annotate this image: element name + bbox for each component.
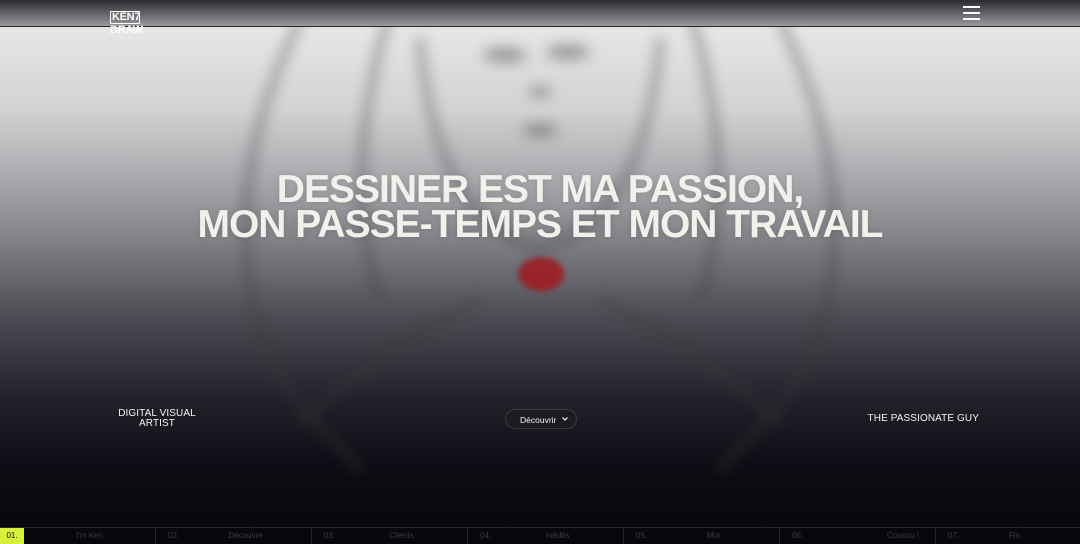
hamburger-menu-icon[interactable] — [963, 6, 980, 20]
bottom-nav: 01. I'm Ken 02. Découvre 03. Clients 04.… — [0, 527, 1080, 544]
nav-item-coucou[interactable]: 06. Coucou ! — [780, 528, 936, 544]
nav-item-moi[interactable]: 05. Moi — [624, 528, 780, 544]
nav-number: 06. — [792, 531, 804, 540]
chevron-down-icon — [562, 417, 568, 421]
nav-number: 01. — [0, 528, 24, 544]
headline-line-1: DESSINER EST MA PASSION, — [276, 168, 804, 211]
menu-line — [963, 6, 980, 8]
tagline-left: DIGITAL VISUAL ARTIST — [118, 408, 196, 429]
nav-label: Coucou ! — [886, 531, 919, 540]
nav-number: 04. — [480, 531, 492, 540]
site-logo[interactable]: KEN7 DRAW — [110, 11, 143, 36]
nav-number: 07. — [948, 531, 960, 540]
logo-text-bottom: DRAW — [110, 24, 143, 36]
nav-number: 05. — [636, 531, 648, 540]
nav-number: 02. — [168, 531, 180, 540]
logo-text-top: KEN7 — [110, 11, 141, 24]
nav-label: Inédits — [545, 531, 570, 540]
nav-label: Moi — [707, 531, 720, 540]
nav-label: Clients — [389, 531, 414, 540]
nav-item-clients[interactable]: 03. Clients — [312, 528, 468, 544]
nav-item-im-ken[interactable]: 01. I'm Ken — [0, 528, 156, 544]
discover-label: Découvrir — [520, 415, 557, 425]
nav-label: Découvre — [228, 531, 263, 540]
headline-line-2: MON PASSE-TEMPS ET MON TRAVAIL — [197, 203, 883, 246]
nav-label: Fin — [1008, 531, 1020, 540]
menu-line — [963, 18, 980, 20]
nav-item-decouvre[interactable]: 02. Découvre — [156, 528, 312, 544]
page: KEN7 DRAW DESSINER EST MA PASSION, MON P… — [0, 0, 1080, 544]
nav-label: I'm Ken — [76, 531, 103, 540]
tagline-right: THE PASSIONATE GUY — [867, 413, 979, 424]
hero-headline: DESSINER EST MA PASSION, MON PASSE-TEMPS… — [0, 168, 1080, 246]
nav-item-fin[interactable]: 07. Fin — [936, 528, 1080, 544]
nav-number: 03. — [324, 531, 336, 540]
discover-button[interactable]: Découvrir — [505, 409, 577, 429]
nav-item-inedits[interactable]: 04. Inédits — [468, 528, 624, 544]
red-accent-blob — [518, 257, 564, 291]
menu-line — [963, 12, 980, 14]
top-bar — [0, 0, 1080, 27]
